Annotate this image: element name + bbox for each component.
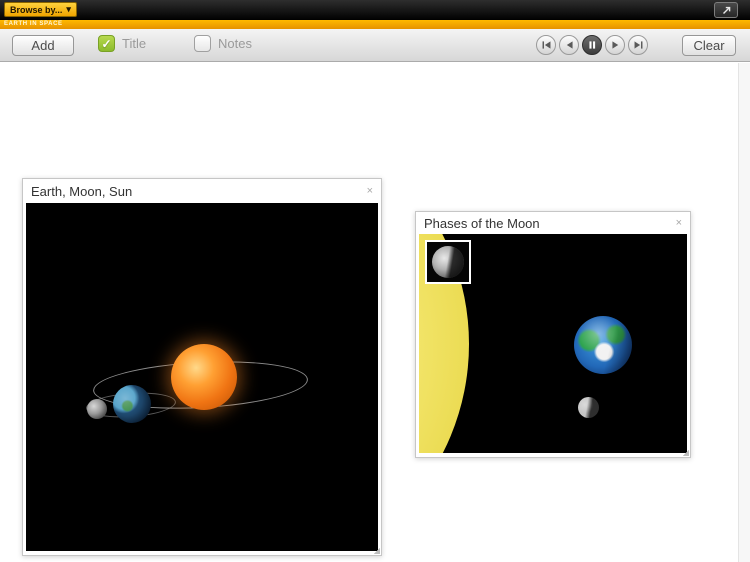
notes-checkbox-label: Notes <box>218 36 252 51</box>
panel-title-text: Phases of the Moon <box>424 215 540 231</box>
panel-phases-of-moon[interactable]: Phases of the Moon × <box>415 211 691 458</box>
title-checkbox-label: Title <box>122 36 147 51</box>
resize-handle[interactable] <box>373 547 380 554</box>
moon-phase-image <box>432 246 464 278</box>
sun-sphere[interactable] <box>171 344 237 410</box>
share-arrow-icon <box>722 6 730 14</box>
pause-button[interactable] <box>582 35 602 55</box>
moon-phase-thumbnail[interactable] <box>425 240 471 284</box>
clear-button[interactable]: Clear <box>682 35 736 56</box>
step-forward-button[interactable] <box>605 35 625 55</box>
browse-by-label: Browse by... <box>10 4 63 15</box>
panel-title-text: Earth, Moon, Sun <box>31 183 133 199</box>
moon-sphere[interactable] <box>578 397 599 418</box>
skip-end-icon <box>634 41 642 49</box>
window-top-bar: Browse by... ▾ <box>0 0 750 20</box>
step-back-icon <box>566 41 573 49</box>
add-button[interactable]: Add <box>12 35 74 56</box>
panel-title-bar[interactable]: Earth, Moon, Sun × <box>23 179 381 203</box>
phases-canvas[interactable] <box>419 234 687 453</box>
playback-controls <box>536 35 648 55</box>
section-strip: EARTH IN SPACE <box>0 20 750 29</box>
panel-earth-moon-sun[interactable]: Earth, Moon, Sun × <box>22 178 382 556</box>
pause-icon <box>588 41 595 49</box>
earth-sphere[interactable] <box>574 316 632 374</box>
browse-by-button[interactable]: Browse by... ▾ <box>4 2 77 17</box>
step-forward-icon <box>611 41 618 49</box>
step-back-button[interactable] <box>559 35 579 55</box>
notes-checkbox[interactable] <box>194 35 211 52</box>
scroll-gutter[interactable] <box>738 63 750 562</box>
title-checkbox-group: Title <box>98 35 146 52</box>
moon-sphere[interactable] <box>87 399 107 419</box>
open-external-button[interactable] <box>714 2 738 18</box>
section-label: EARTH IN SPACE <box>4 21 63 27</box>
workspace: Earth, Moon, Sun × Phases of the Moon × <box>0 63 750 562</box>
skip-start-button[interactable] <box>536 35 556 55</box>
skip-end-button[interactable] <box>628 35 648 55</box>
skip-start-icon <box>542 41 550 49</box>
close-icon[interactable]: × <box>676 217 682 229</box>
resize-handle[interactable] <box>682 449 689 456</box>
chevron-down-icon: ▾ <box>66 4 71 14</box>
notes-checkbox-group: Notes <box>194 35 252 52</box>
close-icon[interactable]: × <box>367 185 373 197</box>
panel-title-bar[interactable]: Phases of the Moon × <box>416 212 690 234</box>
earth-sphere[interactable] <box>113 385 151 423</box>
toolbar: Add Title Notes <box>0 29 750 62</box>
title-checkbox[interactable] <box>98 35 115 52</box>
earth-moon-sun-canvas[interactable] <box>26 203 378 551</box>
